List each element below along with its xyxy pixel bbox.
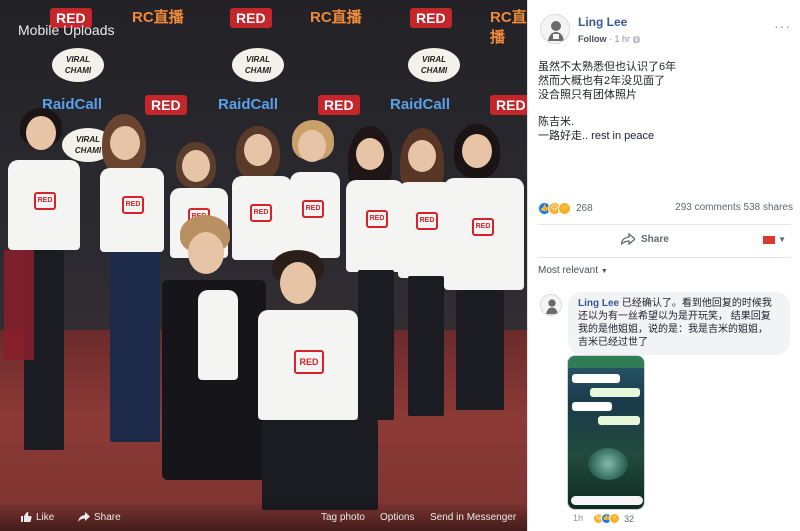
post-header: Ling Lee Follow · 1 hr ◍ ···	[538, 12, 793, 52]
comments-shares: 293 comments 538 shares	[675, 202, 793, 213]
thumbs-up-icon	[21, 512, 32, 522]
chevron-down-icon: ▼	[600, 268, 608, 275]
comment-text-line: 我的是他姐姐，说的是：我是吉米的姐姐，	[578, 324, 768, 335]
post-text-line	[538, 102, 788, 115]
share-arrow-icon	[621, 233, 635, 245]
comment-reactions[interactable]: ☹ 👍 ○ 32	[593, 513, 634, 524]
comment-bubble: Ling Lee 已经确认了。看到他回复的时候我 还以为有一丝希望以为是开玩笑，…	[568, 292, 790, 355]
options-button[interactable]: Options	[380, 512, 414, 523]
comment-author[interactable]: Ling Lee	[578, 298, 619, 309]
comment-text-line: 已经确认了。看到他回复的时候我	[621, 298, 772, 309]
photo-viewer[interactable]: RED RC直播 RED RC直播 RED RC直播 VIRAL CHAMI V…	[0, 0, 527, 531]
send-in-messenger-label: Send in Messenger	[430, 512, 517, 523]
chevron-down-icon: ▼	[778, 235, 786, 244]
post-author[interactable]: Ling Lee	[578, 15, 627, 29]
tag-photo-button[interactable]: Tag photo	[321, 512, 365, 523]
divider	[538, 257, 791, 258]
tag-photo-label: Tag photo	[321, 512, 365, 523]
post-text-line: 虽然不太熟悉但也认识了6年	[538, 61, 677, 73]
wow-reaction-icon: ○	[558, 202, 571, 215]
comment-image-attachment[interactable]	[567, 355, 645, 510]
comments-count[interactable]: 293 comments	[675, 202, 741, 213]
chat-header	[568, 356, 644, 368]
post-text-line: 然而大概也有2年没见面了	[538, 75, 666, 87]
comment-text-line: 还以为有一丝希望以为是开玩笑， 结果回复	[578, 311, 771, 322]
comment-reaction-count: 32	[624, 513, 635, 524]
reaction-language-selector[interactable]: ▼	[763, 235, 786, 244]
comment-text-line: 吉米已经过世了	[578, 337, 648, 348]
reaction-summary[interactable]: 👍 ☹ ○ 268	[538, 202, 593, 215]
post-time[interactable]: 1 hr	[615, 34, 631, 44]
profile-picture-icon	[541, 15, 569, 43]
post-text-line: 一路好走.. rest in peace	[538, 130, 655, 142]
shares-count[interactable]: 538 shares	[744, 202, 793, 213]
photo-toolbar: Like Share Tag photo Options Send in Mes…	[0, 501, 527, 531]
post-text: 虽然不太熟悉但也认识了6年 然而大概也有2年没见面了 没合照只有团体照片 陈吉米…	[538, 60, 788, 143]
like-button[interactable]: Like	[20, 511, 54, 523]
share-button-photo[interactable]: Share	[78, 511, 121, 523]
follow-button[interactable]: Follow	[578, 34, 607, 44]
post-text-line: 没合照只有团体照片	[538, 89, 637, 101]
chat-input-bar	[571, 496, 643, 505]
wow-reaction-icon: ○	[609, 513, 620, 524]
comment-sort[interactable]: Most relevant ▼	[538, 265, 608, 276]
more-options-icon[interactable]: ···	[774, 18, 791, 34]
options-label: Options	[380, 512, 415, 523]
share-label: Share	[94, 511, 121, 523]
like-label: Like	[36, 511, 55, 523]
audience-globe-icon: ◍	[632, 34, 641, 44]
reaction-count: 268	[576, 203, 593, 214]
avatar[interactable]	[540, 14, 570, 44]
divider	[538, 224, 791, 225]
sort-label: Most relevant	[538, 265, 599, 276]
front-row-people: RED	[0, 0, 527, 531]
share-button[interactable]: Share	[621, 233, 669, 245]
comment-time[interactable]: 1h	[573, 513, 583, 523]
post-stats: 👍 ☹ ○ 268 293 comments 538 shares	[538, 202, 793, 218]
album-label[interactable]: Mobile Uploads	[18, 22, 115, 38]
flag-icon	[763, 235, 776, 244]
share-arrow-icon	[78, 512, 90, 522]
profile-picture-icon	[541, 295, 561, 315]
share-label: Share	[641, 233, 669, 245]
send-in-messenger-button[interactable]: Send in Messenger	[430, 512, 516, 523]
avatar[interactable]	[540, 294, 562, 316]
post-text-line: 陈吉米.	[538, 116, 575, 128]
post-meta: Follow · 1 hr ◍	[578, 34, 640, 45]
